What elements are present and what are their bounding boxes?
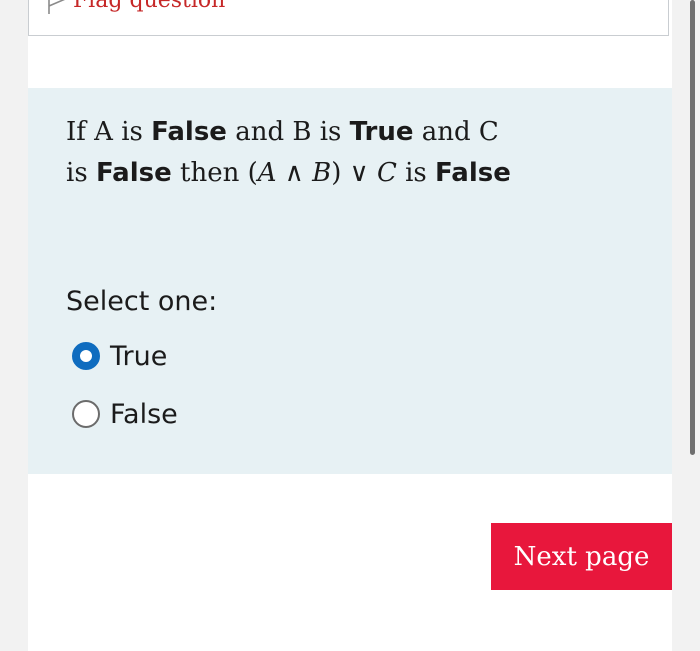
logic-expression: (A ∧ B) ∨ C <box>247 158 397 188</box>
option-true[interactable]: True <box>72 339 167 373</box>
flag-icon[interactable] <box>47 0 66 14</box>
flag-question-box: Flag question <box>28 0 669 36</box>
radio-false[interactable] <box>72 400 100 428</box>
radio-true-selected[interactable] <box>72 342 100 370</box>
question-text: If A is False and B is True and C is Fal… <box>66 117 511 188</box>
option-true-label[interactable]: True <box>110 341 167 372</box>
flag-question-link[interactable]: Flag question <box>73 0 225 13</box>
option-false-label[interactable]: False <box>110 399 178 430</box>
select-one-label: Select one: <box>66 286 218 317</box>
scrollbar[interactable] <box>690 0 695 455</box>
option-false[interactable]: False <box>72 397 178 431</box>
next-page-button[interactable]: Next page <box>491 523 672 590</box>
question-panel: If A is False and B is True and C is Fal… <box>28 88 672 474</box>
